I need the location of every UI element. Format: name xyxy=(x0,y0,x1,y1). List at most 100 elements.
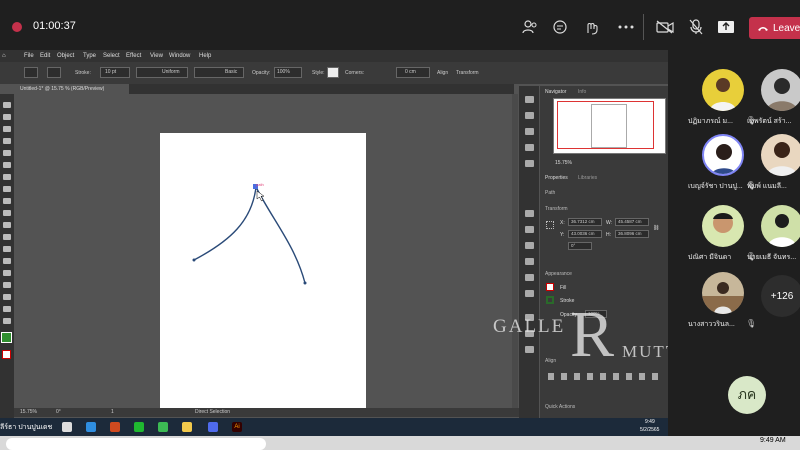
navigator-icon[interactable] xyxy=(525,96,534,103)
pathfinder-icon[interactable] xyxy=(525,290,534,297)
artboard[interactable]: path xyxy=(160,133,366,411)
shaper-tool-icon[interactable] xyxy=(3,174,11,180)
eraser-tool-icon[interactable] xyxy=(3,186,11,192)
menu-type[interactable]: Type xyxy=(83,53,96,59)
menu-effect[interactable]: Effect xyxy=(126,53,141,59)
line-tool-icon[interactable] xyxy=(3,150,11,156)
opacity-field[interactable]: 100% xyxy=(274,67,302,78)
brush-definition[interactable]: Basic xyxy=(194,67,244,78)
menu-file[interactable]: File xyxy=(24,53,34,59)
links-icon[interactable] xyxy=(525,346,534,353)
color-icon[interactable] xyxy=(525,112,534,119)
stroke-weight-field[interactable]: 10 pt xyxy=(100,67,130,78)
paintbrush-tool-icon[interactable] xyxy=(3,162,11,168)
artboard-tool-icon[interactable] xyxy=(3,294,11,300)
selection-tool-icon[interactable] xyxy=(3,102,11,108)
transform-button[interactable]: Transform xyxy=(456,70,479,76)
home-icon[interactable]: ⌂ xyxy=(2,53,6,59)
participant-tile[interactable]: เทพรัตน์ สร้า... 🎙 xyxy=(747,66,800,130)
graph-tool-icon[interactable] xyxy=(3,282,11,288)
camera-off-icon[interactable] xyxy=(654,16,676,38)
hand-tool-icon[interactable] xyxy=(3,306,11,312)
graphic-styles-icon[interactable] xyxy=(525,274,534,281)
w-field[interactable]: 45.4587 cm xyxy=(615,218,649,226)
shape-builder-tool-icon[interactable] xyxy=(3,222,11,228)
leave-button[interactable]: Leave xyxy=(749,17,800,39)
powerpoint-icon[interactable] xyxy=(110,422,120,432)
none-swatch-icon[interactable] xyxy=(2,350,11,359)
file-explorer-icon[interactable] xyxy=(182,422,192,432)
zoom-tool-icon[interactable] xyxy=(3,318,11,324)
style-swatch[interactable] xyxy=(327,67,339,78)
y-field[interactable]: 43.0036 cm xyxy=(568,230,602,238)
symbols-icon[interactable] xyxy=(525,160,534,167)
teams-icon[interactable] xyxy=(208,422,218,432)
properties-tab[interactable]: Properties xyxy=(545,175,568,181)
mic-off-icon[interactable] xyxy=(685,16,707,38)
menu-object[interactable]: Object xyxy=(57,53,74,59)
menu-select[interactable]: Select xyxy=(103,53,120,59)
artboard-number[interactable]: 1 xyxy=(111,409,114,415)
fill-swatch[interactable] xyxy=(24,67,38,78)
stroke-swatch[interactable] xyxy=(47,67,61,78)
mesh-tool-icon[interactable] xyxy=(3,246,11,252)
variable-width-profile[interactable]: Uniform xyxy=(136,67,188,78)
menu-window[interactable]: Window xyxy=(169,53,190,59)
more-participants-button[interactable]: +126 xyxy=(761,275,800,317)
participant-tile[interactable]: ปฏิมาภรณ์ ม... 🎙 xyxy=(688,66,756,130)
transparency-icon[interactable] xyxy=(525,242,534,249)
align-button[interactable]: Align xyxy=(437,70,448,76)
menu-view[interactable]: View xyxy=(150,53,163,59)
participant-tile[interactable]: พิมพ์ แนมลี... 🎙 xyxy=(747,131,800,195)
properties-icon[interactable] xyxy=(525,210,534,217)
nav-zoom-value[interactable]: 15.75% xyxy=(555,160,572,166)
gradient-tool-icon[interactable] xyxy=(3,234,11,240)
more-options-icon[interactable] xyxy=(615,16,637,38)
fill-none-icon[interactable] xyxy=(546,283,554,291)
participant-tile[interactable]: นางสาววรินล... 🎙 xyxy=(688,269,756,333)
vertical-scrollbar[interactable] xyxy=(512,94,518,408)
pen-tool-icon[interactable] xyxy=(3,126,11,132)
appearance-icon[interactable] xyxy=(525,258,534,265)
chat-icon[interactable] xyxy=(549,16,571,38)
align-buttons[interactable] xyxy=(548,373,658,380)
menu-help[interactable]: Help xyxy=(199,53,211,59)
swatches-icon[interactable] xyxy=(525,128,534,135)
navigator-tab[interactable]: Navigator xyxy=(545,89,566,95)
people-icon[interactable] xyxy=(519,16,541,38)
document-tab[interactable]: Untitled-1* @ 15.75 % (RGB/Preview) xyxy=(14,84,129,94)
participant-tile[interactable]: ปณิศา มีจินดา 🎙 xyxy=(688,202,756,266)
task-view-icon[interactable] xyxy=(62,422,72,432)
constrain-proportions-icon[interactable]: ⛓ xyxy=(653,225,659,231)
width-tool-icon[interactable] xyxy=(3,210,11,216)
chrome-icon[interactable] xyxy=(158,422,168,432)
menu-edit[interactable]: Edit xyxy=(40,53,50,59)
x-field[interactable]: 36.7312 cm xyxy=(568,218,602,226)
navigator-thumbnail[interactable] xyxy=(553,98,666,154)
fill-color-icon[interactable] xyxy=(1,332,12,343)
share-screen-icon[interactable] xyxy=(715,16,737,38)
blend-tool-icon[interactable] xyxy=(3,270,11,276)
illustrator-icon[interactable]: Ai xyxy=(232,422,242,432)
h-field[interactable]: 36.8096 cm xyxy=(615,230,649,238)
curvature-tool-icon[interactable] xyxy=(3,138,11,144)
corners-field[interactable]: 0 cm xyxy=(396,67,430,78)
rotate-tool-icon[interactable] xyxy=(3,198,11,204)
participant-tile[interactable]: นายเมธี จันทร... 🎙 xyxy=(747,202,800,266)
taskbar-search[interactable] xyxy=(6,438,266,450)
stroke-color-icon[interactable] xyxy=(546,296,554,304)
eyedropper-tool-icon[interactable] xyxy=(3,258,11,264)
rotation-view[interactable]: 0° xyxy=(56,409,61,415)
my-avatar[interactable]: ภค xyxy=(728,376,766,414)
curve-path[interactable] xyxy=(160,133,366,411)
info-tab[interactable]: Info xyxy=(578,89,586,95)
zoom-level[interactable]: 15.75% xyxy=(20,409,37,415)
reference-point-icon[interactable] xyxy=(546,221,554,229)
stroke-icon[interactable] xyxy=(525,226,534,233)
participant-tile[interactable]: เบญจ์รัชา ปานปู... 🎙 xyxy=(688,131,756,195)
brushes-icon[interactable] xyxy=(525,144,534,151)
edge-icon[interactable] xyxy=(86,422,96,432)
angle-field[interactable]: 0° xyxy=(568,242,592,250)
direct-selection-tool-icon[interactable] xyxy=(3,114,11,120)
line-icon[interactable] xyxy=(134,422,144,432)
